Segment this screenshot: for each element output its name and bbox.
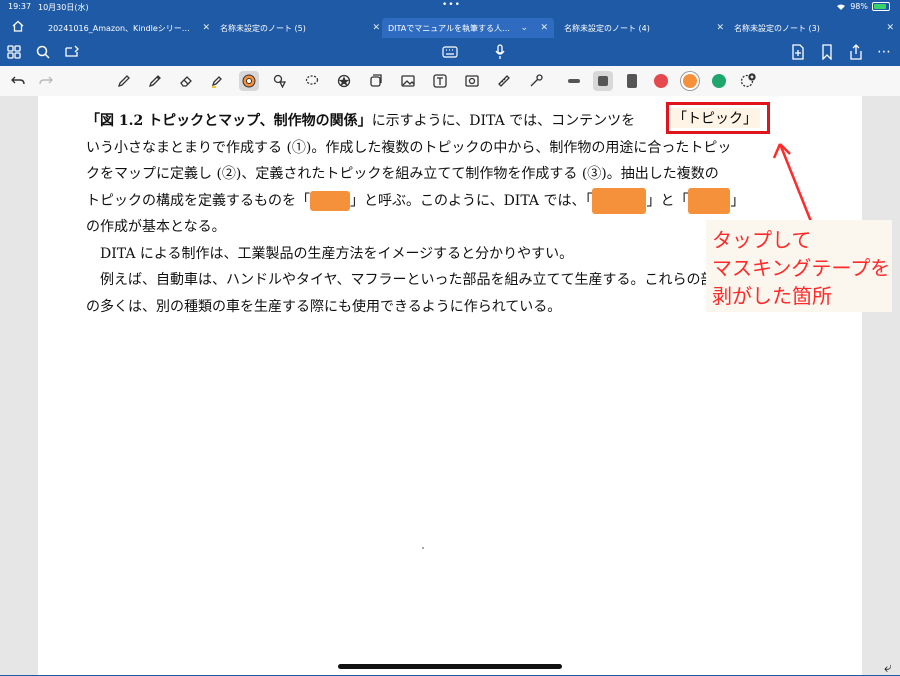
- text-tool-icon[interactable]: [430, 71, 450, 91]
- multitask-dots-icon[interactable]: •••: [442, 0, 461, 10]
- add-color-icon[interactable]: [738, 71, 758, 91]
- share-icon[interactable]: [846, 42, 866, 62]
- thick-stroke-option[interactable]: [622, 71, 642, 91]
- laser-pointer-icon[interactable]: [526, 71, 546, 91]
- bookmark-icon[interactable]: [817, 42, 837, 62]
- image-tool-icon[interactable]: [398, 71, 418, 91]
- close-tab-icon[interactable]: ✕: [716, 23, 724, 33]
- ink-dot: [422, 547, 424, 549]
- thin-stroke-icon: [568, 79, 580, 83]
- add-page-icon[interactable]: [788, 42, 808, 62]
- pencil-tool-icon[interactable]: [145, 71, 165, 91]
- status-right: 98%: [836, 2, 890, 11]
- document-text: 「図 1.2 トピックとマップ、制作物の関係」に示すように、DITA では、コン…: [86, 108, 776, 320]
- undo-icon[interactable]: [8, 71, 28, 91]
- battery-icon: [872, 2, 890, 11]
- thin-stroke-option[interactable]: [564, 71, 584, 91]
- annotation-callout: タップして マスキングテープを 剥がした箇所: [706, 220, 892, 312]
- tab-untitled-note-5[interactable]: 名称未設定のノート (5) ✕: [212, 18, 380, 38]
- drawing-toolbar: [0, 66, 900, 97]
- microphone-icon[interactable]: [490, 42, 510, 62]
- paragraph-2: DITA による制作は、工業製品の生産方法をイメージすると分かりやすい。: [100, 245, 574, 262]
- color-swatch-orange-selected[interactable]: [683, 74, 697, 88]
- lasso-share-icon[interactable]: [62, 42, 82, 62]
- masking-tape[interactable]: [688, 187, 731, 214]
- highlighter-tool-icon[interactable]: [207, 71, 227, 91]
- lasso-tool-icon[interactable]: [302, 71, 322, 91]
- pen-tool-icon[interactable]: [114, 71, 134, 91]
- medium-stroke-option[interactable]: [593, 71, 613, 91]
- tab-amazon-kindle[interactable]: 20241016_Amazon、Kindleシリー… ✕: [40, 18, 210, 38]
- medium-stroke-icon: [598, 76, 608, 86]
- elements-tool-icon[interactable]: [334, 71, 354, 91]
- tab-untitled-note-3[interactable]: 名称未設定のノート (3) ✕: [726, 18, 894, 38]
- color-swatch-red[interactable]: [654, 74, 668, 88]
- grid-view-icon[interactable]: [4, 42, 24, 62]
- highlight-box: [666, 102, 770, 134]
- masking-tape[interactable]: [310, 190, 350, 211]
- close-tab-icon[interactable]: ✕: [886, 23, 894, 33]
- thick-stroke-icon: [627, 74, 637, 88]
- app-toolbar: ⋯: [0, 38, 900, 102]
- tape-tool-icon[interactable]: [239, 71, 259, 91]
- tab-untitled-note-4[interactable]: 名称未設定のノート (4) ✕: [556, 18, 724, 38]
- close-tab-icon[interactable]: ✕: [540, 23, 548, 33]
- color-swatch-green[interactable]: [712, 74, 726, 88]
- shapes-tool-icon[interactable]: [270, 71, 290, 91]
- date: 10月30日(水): [38, 3, 89, 12]
- paragraph-3: 例えば、自動車は、ハンドルやタイヤ、マフラーといった部品を組み立てて生産する。こ…: [86, 272, 729, 315]
- home-icon[interactable]: [8, 16, 28, 36]
- annotation-line-3: 剥がした箇所: [712, 284, 832, 308]
- keyboard-icon[interactable]: [440, 42, 460, 62]
- close-tab-icon[interactable]: ✕: [372, 23, 380, 33]
- masking-tape[interactable]: [592, 187, 647, 214]
- chevron-down-icon[interactable]: ⌄: [520, 23, 528, 33]
- annotation-line-1: タップして: [712, 228, 812, 252]
- eraser-tool-icon[interactable]: [176, 71, 196, 91]
- ruler-tool-icon[interactable]: [494, 71, 514, 91]
- redo-icon[interactable]: [36, 71, 56, 91]
- status-bar: 19:37 10月30日(水) ••• 98%: [0, 0, 900, 14]
- scroll-corner-icon[interactable]: ⤶: [884, 660, 892, 676]
- annotation-line-2: マスキングテープを: [712, 256, 891, 280]
- clock: 19:37: [8, 2, 32, 11]
- close-tab-icon[interactable]: ✕: [202, 23, 210, 33]
- home-indicator[interactable]: [338, 664, 562, 669]
- battery-percent: 98%: [850, 2, 868, 11]
- more-options-icon[interactable]: ⋯: [874, 42, 894, 62]
- tab-bar: 20241016_Amazon、Kindleシリー… ✕ 名称未設定のノート (…: [0, 14, 900, 38]
- tab-dita-manual[interactable]: DITAでマニュアルを執筆する人… ⌄ ✕: [382, 18, 554, 38]
- sticker-tool-icon[interactable]: [366, 71, 386, 91]
- wifi-icon: [837, 4, 846, 10]
- annotation-arrow-icon: [772, 143, 814, 225]
- camera-tool-icon[interactable]: [462, 71, 482, 91]
- search-icon[interactable]: [33, 42, 53, 62]
